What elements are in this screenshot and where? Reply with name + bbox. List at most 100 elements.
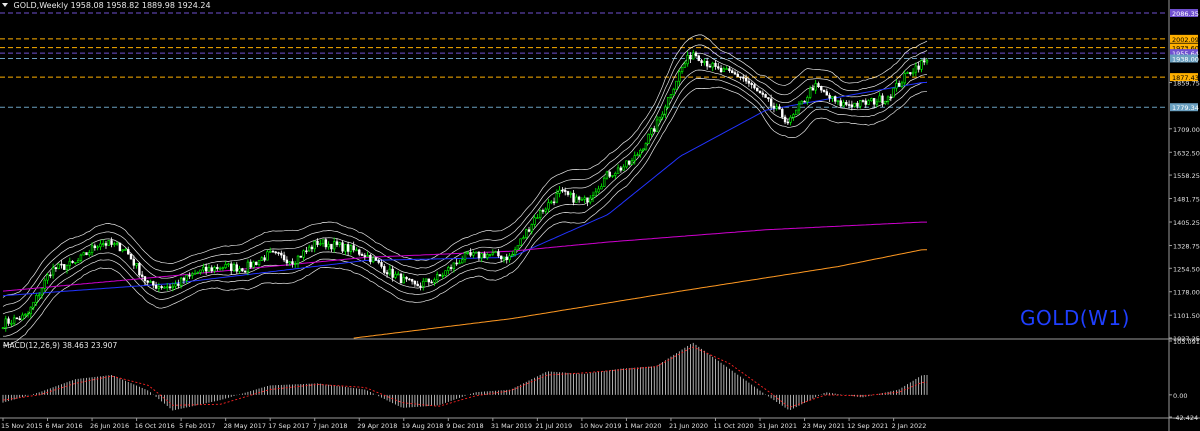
- candle-body: [767, 97, 770, 100]
- candle-body: [302, 250, 305, 258]
- candle-body: [438, 274, 442, 277]
- candle-body: [856, 102, 859, 107]
- candle-body: [552, 201, 556, 204]
- candle-body: [859, 100, 862, 107]
- candle-body: [678, 71, 681, 82]
- candle-body: [580, 199, 584, 201]
- candle-body: [797, 103, 801, 111]
- candle-body: [371, 257, 375, 263]
- candle-body: [538, 210, 542, 218]
- candle-body: [246, 261, 250, 272]
- candle-body: [101, 243, 105, 245]
- candle-body: [355, 249, 358, 252]
- candle-body: [814, 83, 817, 91]
- candle-body: [499, 255, 503, 260]
- time-tick-label: 7 Jan 2018: [313, 422, 348, 430]
- candle-body: [502, 256, 506, 260]
- candle-body: [808, 88, 812, 98]
- candle-body: [608, 171, 611, 177]
- candle-body: [566, 191, 570, 195]
- candle-body: [527, 229, 531, 232]
- candle-body: [619, 167, 623, 171]
- macd-histogram: [2, 342, 928, 411]
- candle-body: [324, 239, 328, 248]
- candle-body: [15, 317, 19, 320]
- candle-body: [307, 246, 311, 252]
- candle-body: [703, 60, 706, 63]
- candle-body: [733, 72, 737, 75]
- candle-body: [60, 263, 63, 266]
- candle-body: [661, 113, 664, 118]
- candle-body: [589, 197, 592, 203]
- candle-body: [99, 243, 102, 248]
- candle-body: [68, 260, 71, 266]
- candle-body: [614, 173, 617, 176]
- candle-body: [672, 88, 675, 96]
- candle-body: [291, 261, 294, 265]
- symbol-watermark: GOLD(W1): [1020, 306, 1130, 330]
- candle-body: [474, 251, 478, 254]
- candle-body: [497, 251, 500, 257]
- candle-body: [705, 60, 709, 67]
- candle-body: [616, 167, 620, 174]
- candle-body: [385, 272, 389, 275]
- price-chart[interactable]: 2086.352002.091973.601955.641938.001877.…: [0, 0, 1200, 431]
- time-tick-label: 11 Oct 2020: [713, 422, 753, 430]
- chevron-down-icon[interactable]: [2, 3, 8, 7]
- candle-body: [842, 102, 845, 107]
- time-tick-label: 6 Mar 2016: [46, 422, 83, 430]
- candle-body: [369, 254, 372, 263]
- candle-body: [154, 284, 158, 289]
- candle-body: [719, 67, 723, 73]
- candle-body: [833, 96, 837, 102]
- candle-body: [330, 243, 333, 250]
- candle-body: [800, 100, 803, 105]
- candle-body: [530, 224, 534, 232]
- price-tick-label: 1709.00: [1173, 126, 1200, 134]
- macd-tick-label: 103.091: [1173, 338, 1200, 346]
- price-tick-label: 1632.50: [1173, 149, 1200, 157]
- candle-body: [722, 68, 726, 73]
- candle-body: [872, 98, 876, 105]
- candle-body: [427, 278, 431, 283]
- candle-body: [227, 263, 230, 266]
- candle-body: [232, 264, 236, 271]
- time-tick-label: 1 Mar 2020: [624, 422, 661, 430]
- price-tick-label: 2086.35: [1172, 10, 1199, 18]
- candle-body: [230, 263, 233, 271]
- macd-header: MACD(12,26,9) 38.463 23.907: [3, 341, 118, 350]
- candle-body: [193, 272, 197, 275]
- time-tick-label: 21 Jun 2020: [669, 422, 708, 430]
- candle-body: [216, 267, 219, 269]
- candle-body: [188, 274, 191, 277]
- candle-body: [577, 196, 581, 200]
- candle-body: [121, 249, 124, 252]
- candle-body: [449, 267, 453, 269]
- candle-body: [644, 143, 648, 150]
- candle-body: [675, 80, 678, 90]
- candle-body: [199, 269, 202, 273]
- candle-body: [789, 116, 792, 123]
- candle-body: [533, 217, 536, 225]
- candle-body: [257, 260, 261, 266]
- time-tick-label: 2 Jan 2022: [892, 422, 927, 430]
- candle-body: [149, 281, 152, 283]
- candle-body: [65, 265, 69, 270]
- candle-body: [897, 82, 901, 87]
- candle-body: [416, 283, 419, 287]
- candle-body: [477, 251, 481, 259]
- candle-body: [399, 273, 403, 284]
- candle-body: [611, 175, 614, 177]
- candle-body: [341, 242, 344, 252]
- candle-body: [488, 253, 492, 256]
- time-tick-label: 21 Jul 2019: [535, 422, 572, 430]
- candle-body: [602, 177, 606, 187]
- candle-body: [664, 106, 667, 115]
- candle-body: [243, 270, 247, 273]
- candle-body: [822, 89, 826, 92]
- candle-body: [769, 98, 773, 107]
- candle-body: [163, 286, 166, 289]
- candle-body: [836, 100, 840, 103]
- candle-body: [761, 92, 765, 95]
- candle-body: [889, 96, 893, 99]
